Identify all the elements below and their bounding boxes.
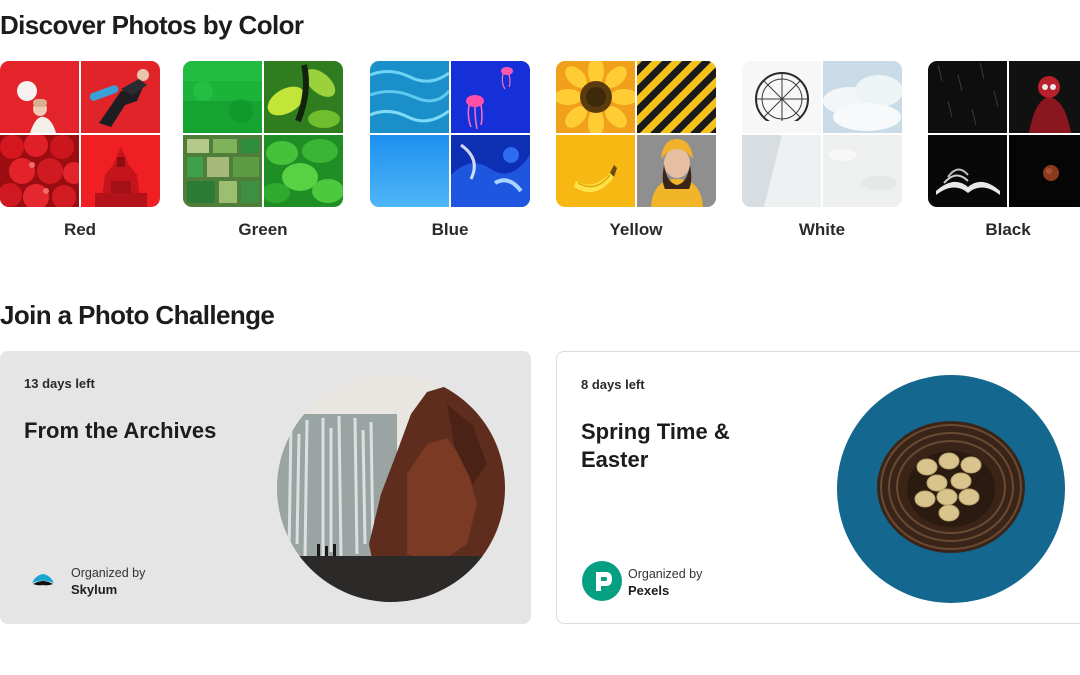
skylum-logo-icon bbox=[24, 559, 66, 601]
days-left: 8 days left bbox=[581, 377, 645, 392]
color-label-red[interactable]: Red bbox=[0, 220, 160, 240]
black-photo-moon bbox=[1009, 135, 1080, 207]
white-photo-wall bbox=[742, 135, 821, 207]
color-tile-green[interactable] bbox=[183, 61, 343, 207]
color-tile-white[interactable] bbox=[742, 61, 902, 207]
color-card-yellow[interactable]: Yellow bbox=[556, 61, 718, 245]
black-photo-red-figure bbox=[1009, 61, 1080, 133]
red-photo-tomatoes bbox=[0, 135, 79, 207]
challenge-title[interactable]: Spring Time & Easter bbox=[581, 418, 801, 474]
color-label-black[interactable]: Black bbox=[928, 220, 1080, 240]
challenge-title[interactable]: From the Archives bbox=[24, 417, 244, 445]
green-photo-leaves bbox=[264, 61, 343, 133]
green-photo-grass bbox=[183, 61, 262, 133]
organized-by-label: Organized by bbox=[628, 567, 703, 581]
challenge-section-title: Join a Photo Challenge bbox=[0, 300, 275, 330]
blue-photo-jellyfish bbox=[451, 61, 530, 133]
challenge-photo-nest bbox=[837, 375, 1065, 603]
color-card-blue[interactable]: Blue bbox=[370, 61, 532, 245]
color-card-green[interactable]: Green bbox=[183, 61, 345, 245]
color-label-blue[interactable]: Blue bbox=[370, 220, 530, 240]
yellow-photo-sunflower bbox=[556, 61, 635, 133]
color-tile-black[interactable] bbox=[928, 61, 1080, 207]
color-tile-blue[interactable] bbox=[370, 61, 530, 207]
days-left: 13 days left bbox=[24, 376, 95, 391]
color-card-black[interactable]: Black bbox=[928, 61, 1080, 245]
green-photo-plants bbox=[264, 135, 343, 207]
green-photo-fields bbox=[183, 135, 262, 207]
color-label-white[interactable]: White bbox=[742, 220, 902, 240]
blue-photo-sky bbox=[370, 135, 449, 207]
yellow-photo-banana bbox=[556, 135, 635, 207]
organizer-name[interactable]: Pexels bbox=[628, 582, 702, 599]
yellow-photo-stripes bbox=[637, 61, 716, 133]
red-photo-balloon bbox=[0, 61, 79, 133]
organized-by-label: Organized by bbox=[71, 566, 146, 580]
color-label-green[interactable]: Green bbox=[183, 220, 343, 240]
color-label-yellow[interactable]: Yellow bbox=[556, 220, 716, 240]
red-photo-skater bbox=[81, 61, 160, 133]
white-photo-ferris-wheel bbox=[742, 61, 821, 133]
blue-photo-water bbox=[370, 61, 449, 133]
color-tile-red[interactable] bbox=[0, 61, 160, 207]
yellow-photo-portrait bbox=[637, 135, 716, 207]
organizer-name[interactable]: Skylum bbox=[71, 581, 145, 598]
white-photo-snow bbox=[823, 135, 902, 207]
challenge-photo-waterfall bbox=[277, 374, 505, 602]
color-tile-yellow[interactable] bbox=[556, 61, 716, 207]
challenge-card-spring-easter[interactable]: 8 days left Spring Time & Easter Organiz… bbox=[556, 351, 1080, 624]
color-card-red[interactable]: Red bbox=[0, 61, 162, 245]
red-photo-building bbox=[81, 135, 160, 207]
color-section-title: Discover Photos by Color bbox=[0, 10, 304, 40]
challenge-card-archives[interactable]: 13 days left From the Archives Organized… bbox=[0, 351, 531, 624]
black-photo-book bbox=[928, 135, 1007, 207]
pexels-logo-icon bbox=[581, 560, 623, 602]
blue-photo-paint bbox=[451, 135, 530, 207]
white-photo-clouds bbox=[823, 61, 902, 133]
color-card-white[interactable]: White bbox=[742, 61, 904, 245]
black-photo-rain bbox=[928, 61, 1007, 133]
